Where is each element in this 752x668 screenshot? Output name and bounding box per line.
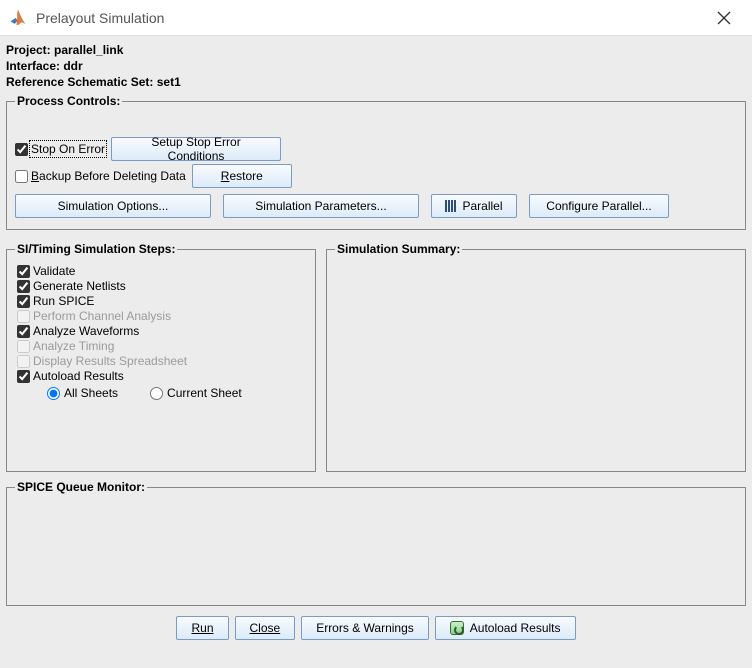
analyze-timing-checkbox: Analyze Timing xyxy=(17,339,307,353)
interface-label: Interface: ddr xyxy=(6,58,746,74)
project-label: Project: parallel_link xyxy=(6,42,746,58)
parallel-button[interactable]: Parallel xyxy=(431,194,517,218)
setup-stop-error-button[interactable]: Setup Stop Error Conditions xyxy=(111,137,281,161)
backup-before-delete-checkbox[interactable]: Backup Before Deleting Data xyxy=(15,169,186,183)
process-controls-group: Process Controls: Stop On Error Setup St… xyxy=(6,94,746,230)
simulation-parameters-button[interactable]: Simulation Parameters... xyxy=(223,194,419,218)
autoload-icon xyxy=(450,621,464,635)
spice-queue-monitor-group: SPICE Queue Monitor: xyxy=(6,480,746,606)
autoload-results-checkbox[interactable]: Autoload Results xyxy=(17,369,307,383)
all-sheets-radio[interactable]: All Sheets xyxy=(47,386,118,400)
run-button[interactable]: Run xyxy=(176,616,228,640)
refset-label: Reference Schematic Set: set1 xyxy=(6,74,746,90)
current-sheet-radio[interactable]: Current Sheet xyxy=(150,386,242,400)
restore-button[interactable]: Restore xyxy=(192,164,292,188)
validate-checkbox[interactable]: Validate xyxy=(17,264,307,278)
simulation-steps-group: SI/Timing Simulation Steps: Validate Gen… xyxy=(6,242,316,472)
close-icon xyxy=(717,11,731,25)
errors-warnings-button[interactable]: Errors & Warnings xyxy=(301,616,429,640)
simulation-steps-legend: SI/Timing Simulation Steps: xyxy=(15,242,177,256)
analyze-waveforms-checkbox[interactable]: Analyze Waveforms xyxy=(17,324,307,338)
matlab-icon xyxy=(8,8,28,28)
autoload-results-button[interactable]: Autoload Results xyxy=(435,616,576,640)
simulation-options-button[interactable]: Simulation Options... xyxy=(15,194,211,218)
close-window-button[interactable] xyxy=(704,0,744,36)
spice-queue-legend: SPICE Queue Monitor: xyxy=(15,480,147,494)
parallel-icon xyxy=(445,200,456,212)
stop-on-error-checkbox[interactable]: Stop On Error xyxy=(15,142,105,156)
simulation-summary-group: Simulation Summary: xyxy=(326,242,746,472)
close-button[interactable]: Close xyxy=(235,616,296,640)
display-results-checkbox: Display Results Spreadsheet xyxy=(17,354,307,368)
process-controls-legend: Process Controls: xyxy=(15,94,122,108)
window-title: Prelayout Simulation xyxy=(36,10,704,26)
stop-on-error-label: Stop On Error xyxy=(31,142,105,156)
simulation-summary-legend: Simulation Summary: xyxy=(335,242,462,256)
configure-parallel-button[interactable]: Configure Parallel... xyxy=(529,194,669,218)
perform-channel-checkbox: Perform Channel Analysis xyxy=(17,309,307,323)
run-spice-checkbox[interactable]: Run SPICE xyxy=(17,294,307,308)
backup-label: Backup Before Deleting Data xyxy=(31,169,186,183)
generate-netlists-checkbox[interactable]: Generate Netlists xyxy=(17,279,307,293)
